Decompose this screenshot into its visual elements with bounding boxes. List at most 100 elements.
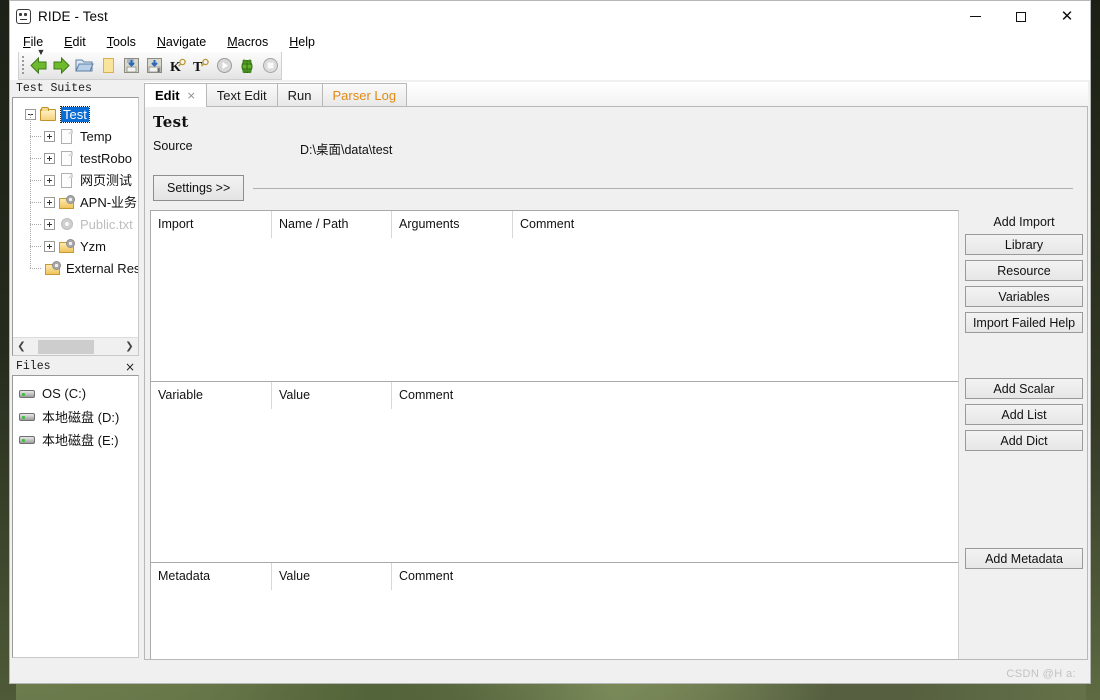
drive-icon [19, 388, 35, 399]
add-dict-button[interactable]: Add Dict [965, 430, 1083, 451]
tree-item-testrobo[interactable]: testRobo [17, 136, 138, 169]
back-icon[interactable] [28, 54, 49, 77]
tree-guide-line [30, 202, 31, 224]
import-failed-help-button[interactable]: Import Failed Help [965, 312, 1083, 333]
drive-icon [19, 434, 35, 445]
toolbar-grip[interactable] [21, 55, 25, 75]
menu-edit[interactable]: Edit [62, 34, 88, 50]
test-suites-title: Test Suites [16, 82, 92, 95]
save-all-icon[interactable] [144, 54, 165, 77]
metadata-grid-rows[interactable] [151, 590, 958, 659]
tree-item-label: APN-业务 [80, 194, 138, 210]
scroll-left-icon[interactable]: ❮ [13, 339, 30, 355]
search-keyword-icon[interactable]: K [167, 54, 188, 77]
column-header-arguments[interactable]: Arguments [392, 211, 513, 238]
files-title: Files [16, 360, 51, 373]
stop-icon[interactable] [260, 54, 281, 77]
expander-expand-icon[interactable] [44, 130, 55, 142]
imports-grid[interactable]: Import Name / Path Arguments Comment [150, 210, 959, 381]
tree-item-test[interactable]: Test [17, 103, 138, 125]
menu-navigate[interactable]: Navigate [155, 34, 208, 50]
tree-guide-line [30, 246, 31, 268]
tree-item-label: 网页测试 [80, 172, 133, 188]
scrollbar-thumb[interactable] [38, 339, 94, 354]
source-label: Source [153, 139, 193, 153]
expander-expand-icon[interactable] [44, 196, 55, 208]
expander-expand-icon[interactable] [44, 218, 55, 230]
close-icon: ✕ [1060, 7, 1074, 25]
debug-icon[interactable] [237, 54, 258, 77]
grid-column: Import Name / Path Arguments Comment Var… [145, 210, 959, 659]
minimize-button[interactable] [952, 1, 998, 32]
variables-grid-rows[interactable] [151, 409, 958, 562]
tree-item-webtest[interactable]: 网页测试 [17, 158, 138, 191]
add-variables-button[interactable]: Variables [965, 286, 1083, 307]
files-close-icon[interactable]: × [123, 360, 137, 374]
tree-guide-line [30, 202, 41, 203]
gear-icon [59, 217, 76, 232]
add-scalar-button[interactable]: Add Scalar [965, 378, 1083, 399]
variables-grid[interactable]: Variable Value Comment [150, 381, 959, 562]
expander-expand-icon[interactable] [44, 152, 55, 164]
tree-item-temp[interactable]: Temp [17, 114, 138, 147]
settings-toggle-button[interactable]: Settings >> [153, 175, 245, 201]
column-header-comment[interactable]: Comment [392, 563, 958, 590]
add-library-button[interactable]: Library [965, 234, 1083, 255]
column-header-name-path[interactable]: Name / Path [272, 211, 392, 238]
search-test-icon[interactable]: T [190, 54, 211, 77]
tree-guide-line [30, 136, 41, 137]
drive-item-e[interactable]: 本地磁盘 (E:) [19, 428, 138, 451]
column-header-import[interactable]: Import [151, 211, 272, 238]
drive-icon [19, 411, 35, 422]
save-icon[interactable] [121, 54, 142, 77]
file-icon [59, 128, 76, 144]
tab-run[interactable]: Run [277, 83, 323, 106]
tab-edit[interactable]: Edit × [144, 83, 207, 107]
new-file-icon[interactable] [98, 54, 119, 77]
run-icon[interactable] [214, 54, 235, 77]
drive-item-d[interactable]: 本地磁盘 (D:) [19, 405, 138, 428]
forward-icon[interactable] [51, 54, 72, 77]
maximize-button[interactable] [998, 1, 1044, 32]
grid-action-panel: Add Import Library Resource Variables Im… [959, 210, 1087, 659]
add-resource-button[interactable]: Resource [965, 260, 1083, 281]
metadata-grid[interactable]: Metadata Value Comment [150, 562, 959, 659]
imports-grid-rows[interactable] [151, 238, 958, 381]
add-list-button[interactable]: Add List [965, 404, 1083, 425]
tree-item-external-resources[interactable]: External Res [17, 246, 138, 279]
expander-expand-icon[interactable] [44, 240, 55, 252]
tree-item-yzm[interactable]: Yzm [17, 224, 138, 257]
column-header-value[interactable]: Value [272, 563, 392, 590]
variables-grid-header: Variable Value Comment [151, 382, 958, 409]
menu-help[interactable]: Help [287, 34, 317, 50]
tab-close-icon[interactable]: × [187, 89, 196, 102]
tab-parser-log[interactable]: Parser Log [322, 83, 408, 106]
tree-horizontal-scrollbar[interactable]: ❮ ❯ [13, 337, 138, 355]
tab-text-edit[interactable]: Text Edit [206, 83, 278, 106]
settings-divider [253, 187, 1073, 189]
menu-tools[interactable]: Tools [105, 34, 138, 50]
add-metadata-button[interactable]: Add Metadata [965, 548, 1083, 569]
scrollbar-track[interactable] [30, 339, 121, 355]
left-sidebar: Test Suites Test Temp testRobo 网页测试 APN-… [10, 80, 141, 660]
column-header-comment[interactable]: Comment [392, 382, 958, 409]
svg-text:T: T [193, 60, 203, 75]
tree-item-public-txt[interactable]: Public.txt [17, 202, 138, 235]
tab-label: Run [287, 87, 312, 103]
imports-grid-header: Import Name / Path Arguments Comment [151, 211, 958, 238]
open-folder-icon[interactable] [74, 54, 95, 77]
files-panel: OS (C:) 本地磁盘 (D:) 本地磁盘 (E:) [12, 375, 139, 658]
column-header-variable[interactable]: Variable [151, 382, 272, 409]
expander-expand-icon[interactable] [44, 174, 55, 186]
close-button[interactable]: ✕ [1044, 1, 1090, 32]
column-header-comment[interactable]: Comment [513, 211, 958, 238]
tree-item-apn[interactable]: APN-业务 [17, 180, 138, 213]
scroll-right-icon[interactable]: ❯ [121, 339, 138, 355]
window-body: Test Suites Test Temp testRobo 网页测试 APN-… [10, 80, 1090, 660]
menu-macros[interactable]: Macros [225, 34, 270, 50]
column-header-metadata[interactable]: Metadata [151, 563, 272, 590]
ride-application-window: RIDE - Test ✕ File Edit Tools Navigate M… [9, 0, 1091, 684]
drive-item-c[interactable]: OS (C:) [19, 382, 138, 405]
test-suites-caption: Test Suites [10, 80, 141, 97]
column-header-value[interactable]: Value [272, 382, 392, 409]
